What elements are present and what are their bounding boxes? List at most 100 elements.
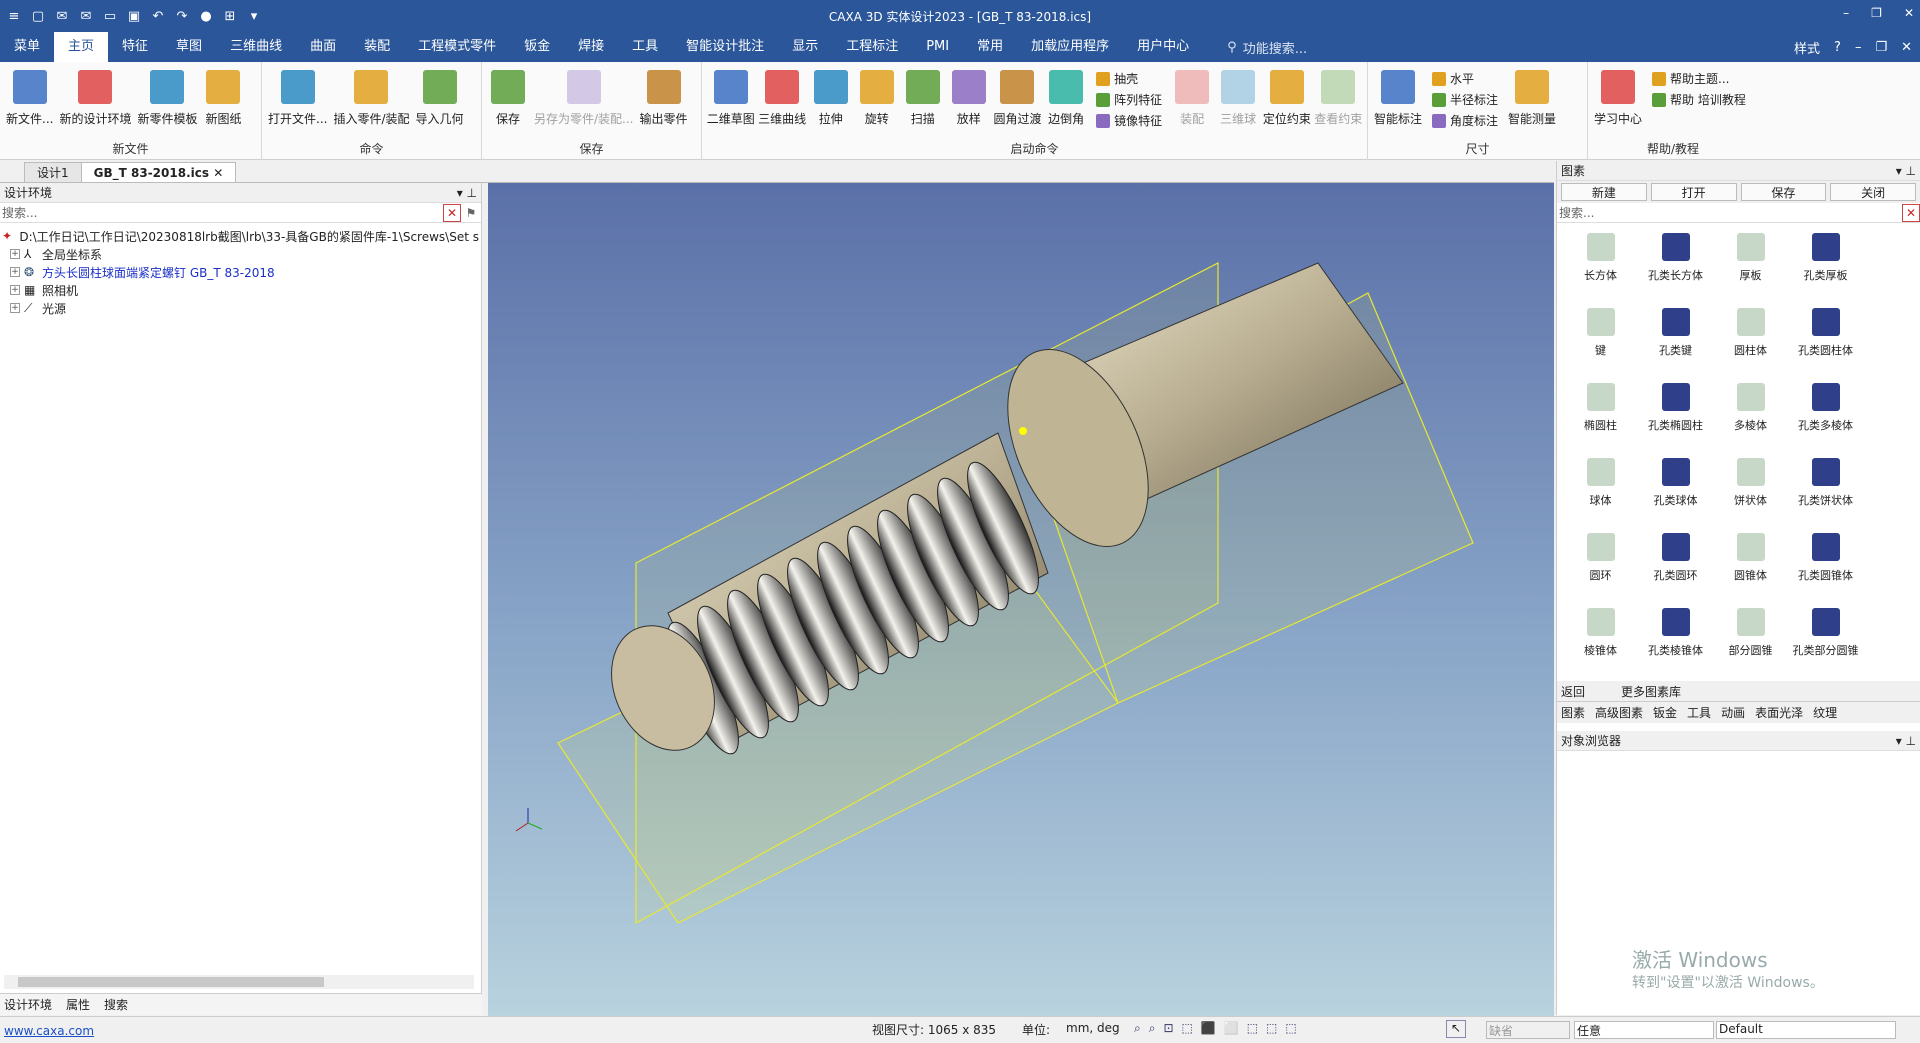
primitive-item[interactable]: 孔类多棱体 — [1788, 379, 1863, 450]
primitive-item[interactable]: 圆环 — [1563, 529, 1638, 600]
close-icon[interactable]: ✕ — [1904, 6, 1914, 20]
horizontal-scrollbar[interactable] — [4, 975, 474, 989]
tree-search-input[interactable]: 搜索... — [2, 204, 37, 221]
ribbon-minimize-icon[interactable]: – — [1855, 40, 1862, 55]
primitive-item[interactable]: 孔类键 — [1638, 304, 1713, 375]
filter-icon[interactable]: ⚑ — [461, 206, 481, 220]
ribbon-tab-14[interactable]: PMI — [912, 32, 963, 62]
ribbon-small-button[interactable]: 帮助 培训教程 — [1652, 91, 1746, 108]
doc-tab-gbt83[interactable]: GB_T 83-2018.ics ✕ — [80, 162, 237, 182]
new-catalog-button[interactable]: 新建 — [1561, 183, 1647, 201]
ribbon-tab-15[interactable]: 常用 — [963, 32, 1017, 62]
primitive-item[interactable]: 孔类饼状体 — [1788, 454, 1863, 525]
ribbon-small-button[interactable]: 角度标注 — [1432, 112, 1498, 129]
ribbon-small-button[interactable]: 镜像特征 — [1096, 112, 1162, 129]
minimize-icon[interactable]: – — [1843, 6, 1849, 20]
ribbon-button[interactable]: 新图纸 — [201, 66, 245, 127]
ribbon-small-button[interactable]: 帮助主题... — [1652, 70, 1746, 87]
doc-tab-design1[interactable]: 设计1 — [24, 162, 82, 182]
ribbon-tab-11[interactable]: 智能设计批注 — [672, 32, 778, 62]
ribbon-tab-4[interactable]: 三维曲线 — [216, 32, 296, 62]
close-tab-icon[interactable]: ✕ — [213, 166, 223, 180]
catalog-tab-0[interactable]: 图素 — [1561, 704, 1585, 721]
style-combo[interactable]: Default — [1716, 1021, 1896, 1039]
3d-viewport[interactable] — [488, 183, 1554, 1016]
primitive-item[interactable]: 孔类圆柱体 — [1788, 304, 1863, 375]
ribbon-tab-16[interactable]: 加载应用程序 — [1017, 32, 1123, 62]
ribbon-close-icon[interactable]: ✕ — [1901, 40, 1912, 55]
primitive-item[interactable]: 孔类椭圆柱 — [1638, 379, 1713, 450]
open-catalog-button[interactable]: 打开 — [1650, 183, 1737, 201]
tab-properties[interactable]: 属性 — [66, 996, 90, 1013]
ribbon-tab-8[interactable]: 钣金 — [510, 32, 564, 62]
expand-icon[interactable]: + — [10, 267, 20, 277]
ribbon-button[interactable]: 输出零件 — [638, 66, 690, 127]
catalog-tab-2[interactable]: 钣金 — [1653, 704, 1677, 721]
tab-search[interactable]: 搜索 — [104, 996, 128, 1013]
ribbon-small-button[interactable]: 抽壳 — [1096, 70, 1162, 87]
ribbon-button[interactable]: 插入零件/装配 — [331, 66, 411, 127]
caxa-link[interactable]: www.caxa.com — [4, 1024, 94, 1038]
ribbon-small-button[interactable]: 半径标注 — [1432, 91, 1498, 108]
primitive-item[interactable]: 孔类球体 — [1638, 454, 1713, 525]
ribbon-button[interactable]: 圆角过渡 — [993, 66, 1042, 129]
ribbon-button[interactable]: 扫描 — [901, 66, 945, 129]
expand-icon[interactable]: + — [10, 303, 20, 313]
ribbon-tab-10[interactable]: 工具 — [618, 32, 672, 62]
primitive-item[interactable]: 圆柱体 — [1713, 304, 1788, 375]
style-menu[interactable]: 样式 — [1794, 38, 1820, 57]
view-tool-icons[interactable]: ⌕⌕⊡⬚⬛⬜⬚⬚⬚ — [1134, 1021, 1305, 1036]
ribbon-button[interactable]: 智能标注 — [1372, 66, 1424, 129]
primitive-item[interactable]: 球体 — [1563, 454, 1638, 525]
ribbon-tab-13[interactable]: 工程标注 — [832, 32, 912, 62]
tab-design-env[interactable]: 设计环境 — [4, 996, 52, 1013]
primitive-item[interactable]: 孔类棱锥体 — [1638, 604, 1713, 675]
panel-pin-icon[interactable]: ▾ ⊥ — [1896, 731, 1916, 750]
ribbon-button[interactable]: 查看约束 — [1314, 66, 1363, 129]
tree-item-global-coord[interactable]: + ⅄ 全局坐标系 — [2, 245, 479, 263]
ribbon-button[interactable]: 保存 — [486, 66, 530, 127]
ribbon-button[interactable]: 学习中心 — [1592, 66, 1644, 127]
primitive-item[interactable]: 棱锥体 — [1563, 604, 1638, 675]
catalog-tab-1[interactable]: 高级图素 — [1595, 704, 1643, 721]
ribbon-button[interactable]: 放样 — [947, 66, 991, 129]
primitive-item[interactable]: 部分圆锥 — [1713, 604, 1788, 675]
expand-icon[interactable]: + — [10, 285, 20, 295]
ribbon-button[interactable]: 装配 — [1170, 66, 1214, 129]
back-button[interactable]: 返回 — [1561, 683, 1585, 700]
hotspot-point[interactable] — [1019, 427, 1027, 435]
tree-item-light[interactable]: + ⟋ 光源 — [2, 299, 479, 317]
ribbon-button[interactable]: 三维球 — [1216, 66, 1260, 129]
primitive-item[interactable]: 多棱体 — [1713, 379, 1788, 450]
catalog-tab-4[interactable]: 动画 — [1721, 704, 1745, 721]
ribbon-button[interactable]: 三维曲线 — [757, 66, 806, 129]
ribbon-tab-7[interactable]: 工程模式零件 — [404, 32, 510, 62]
primitive-item[interactable]: 椭圆柱 — [1563, 379, 1638, 450]
ribbon-tab-9[interactable]: 焊接 — [564, 32, 618, 62]
ribbon-button[interactable]: 旋转 — [855, 66, 899, 129]
more-library-button[interactable]: 更多图素库 — [1621, 683, 1681, 700]
ribbon-button[interactable]: 导入几何 — [414, 66, 466, 127]
ribbon-button[interactable]: 拉伸 — [809, 66, 853, 129]
catalog-tab-3[interactable]: 工具 — [1687, 704, 1711, 721]
help-icon[interactable]: ? — [1834, 40, 1841, 55]
primitive-item[interactable]: 孔类圆锥体 — [1788, 529, 1863, 600]
ribbon-button[interactable]: 二维草图 — [706, 66, 755, 129]
select-pointer-icon[interactable]: ↖ — [1446, 1020, 1466, 1038]
ribbon-button[interactable]: 边倒角 — [1044, 66, 1088, 129]
ribbon-button[interactable]: 智能测量 — [1506, 66, 1558, 129]
ribbon-small-button[interactable]: 阵列特征 — [1096, 91, 1162, 108]
select-filter-combo[interactable]: 任意 — [1574, 1021, 1714, 1039]
ribbon-tab-5[interactable]: 曲面 — [296, 32, 350, 62]
clear-search-icon[interactable]: ✕ — [443, 203, 461, 222]
ribbon-tab-2[interactable]: 特征 — [108, 32, 162, 62]
ribbon-button[interactable]: 新零件模板 — [135, 66, 199, 127]
primitive-item[interactable]: 孔类圆环 — [1638, 529, 1713, 600]
expand-icon[interactable]: + — [10, 249, 20, 259]
ribbon-button[interactable]: 新的设计环境 — [57, 66, 133, 127]
tree-root[interactable]: ✦ D:\工作日记\工作日记\20230818lrb截图\lrb\33-具备GB的… — [2, 227, 479, 245]
ribbon-small-button[interactable]: 水平 — [1432, 70, 1498, 87]
ribbon-tab-12[interactable]: 显示 — [778, 32, 832, 62]
primitive-item[interactable]: 长方体 — [1563, 229, 1638, 300]
screw-model[interactable] — [488, 183, 1554, 1016]
